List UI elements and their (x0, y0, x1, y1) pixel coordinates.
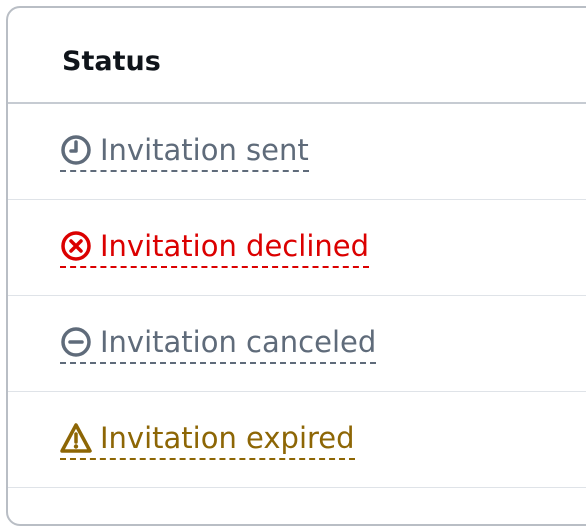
status-column-header: Status (8, 8, 586, 104)
warning-icon (60, 422, 92, 454)
table-row: Invitation declined (8, 200, 586, 296)
clock-icon (60, 134, 92, 166)
status-label: Invitation declined (100, 229, 370, 263)
status-indicator-sent[interactable]: Invitation sent (60, 132, 309, 172)
status-indicator-expired[interactable]: Invitation expired (60, 420, 355, 460)
status-label: Invitation expired (100, 421, 355, 455)
table-row: Invitation expired (8, 392, 586, 488)
stopped-circle-icon (60, 326, 92, 358)
status-label: Invitation canceled (100, 325, 377, 359)
status-indicator-canceled[interactable]: Invitation canceled (60, 324, 377, 364)
status-header-label: Status (62, 46, 161, 77)
status-table: Status Invitation sent Invitation declin… (6, 6, 586, 526)
table-row: Invitation sent (8, 104, 586, 200)
error-circle-icon (60, 230, 92, 262)
status-indicator-declined[interactable]: Invitation declined (60, 228, 370, 268)
status-label: Invitation sent (100, 133, 309, 167)
table-row: Invitation canceled (8, 296, 586, 392)
